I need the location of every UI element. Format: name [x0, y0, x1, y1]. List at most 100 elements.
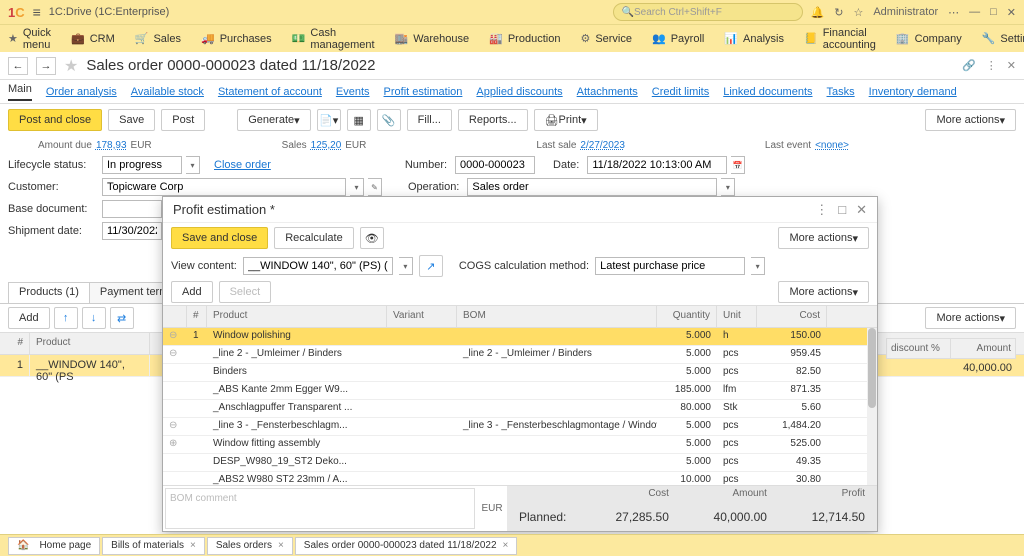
bottom-tab-home[interactable]: 🏠Home page [8, 537, 100, 555]
more-actions-button[interactable]: More actions ▾ [925, 109, 1016, 131]
prod-add-button[interactable]: Add [8, 307, 50, 329]
link-icon[interactable]: 🔗 [962, 59, 976, 72]
menu-sales[interactable]: 🛒Sales [135, 32, 181, 45]
tab-order-analysis[interactable]: Order analysis [46, 86, 117, 98]
close-icon[interactable]: × [503, 540, 509, 551]
close-icon[interactable]: × [190, 540, 196, 551]
view-content-input[interactable] [243, 257, 393, 275]
hamburger-icon[interactable]: ≡ [33, 4, 41, 20]
bell-icon[interactable]: 🔔 [811, 6, 825, 19]
modal-maximize-icon[interactable]: □ [838, 202, 846, 218]
view-icon-button[interactable]: 👁 [360, 227, 384, 249]
post-button[interactable]: Post [161, 109, 205, 131]
print-button[interactable]: 🖨 Print ▾ [534, 109, 598, 131]
sales-link[interactable]: 125,20 [311, 140, 342, 151]
star-icon[interactable]: ☆ [853, 6, 863, 19]
nav-forward-button[interactable]: → [36, 57, 56, 75]
table-row[interactable]: ⊕Window fitting assembly5.000pcs525.00 [163, 436, 877, 454]
open-content-button[interactable]: ↗ [419, 255, 443, 277]
amount-due-link[interactable]: 178,93 [96, 140, 127, 151]
favorite-star-icon[interactable]: ★ [64, 56, 78, 76]
generate-button[interactable]: Generate ▾ [237, 109, 310, 131]
close-order-link[interactable]: Close order [214, 159, 271, 171]
copy-button[interactable]: ⇄ [110, 307, 134, 329]
fill-button[interactable]: Fill... [407, 109, 452, 131]
move-down-button[interactable]: ↓ [82, 307, 106, 329]
table-row[interactable]: ⊖1Window polishing5.000h150.00 [163, 328, 877, 346]
tab-linked-docs[interactable]: Linked documents [723, 86, 812, 98]
close-doc-icon[interactable]: ✕ [1007, 59, 1016, 72]
table-row[interactable]: ⊖_line 3 - _Fensterbeschlagm..._line 3 -… [163, 418, 877, 436]
modal-submore-button[interactable]: More actions ▾ [778, 281, 869, 303]
modal-options-icon[interactable]: ⋮ [815, 202, 828, 218]
customer-open-icon[interactable]: ✎ [368, 178, 382, 196]
number-input[interactable] [455, 156, 535, 174]
user-label[interactable]: Administrator [873, 6, 938, 18]
menu-cash[interactable]: 💵Cash management [292, 27, 375, 51]
operation-dropdown-icon[interactable]: ▾ [721, 178, 735, 196]
attach-button[interactable]: 📎 [377, 109, 401, 131]
bottom-tab-current[interactable]: Sales order 0000-000023 dated 11/18/2022… [295, 537, 518, 555]
recalculate-button[interactable]: Recalculate [274, 227, 353, 249]
close-icon[interactable]: × [278, 540, 284, 551]
close-icon[interactable]: ✕ [1007, 6, 1016, 19]
menu-analysis[interactable]: 📊Analysis [724, 32, 784, 45]
table-row[interactable]: Binders5.000pcs82.50 [163, 364, 877, 382]
menu-service[interactable]: ⚙Service [580, 32, 632, 45]
menu-crm[interactable]: 💼CRM [71, 32, 115, 45]
cogs-dropdown-icon[interactable]: ▾ [751, 257, 765, 275]
menu-production[interactable]: 🏭Production [489, 32, 560, 45]
modal-close-icon[interactable]: ✕ [856, 202, 867, 218]
tab-tasks[interactable]: Tasks [827, 86, 855, 98]
prod-more-button[interactable]: More actions ▾ [925, 307, 1016, 329]
customer-input[interactable] [102, 178, 346, 196]
lifecycle-input[interactable] [102, 156, 182, 174]
global-search-input[interactable]: 🔍 Search Ctrl+Shift+F [613, 3, 803, 21]
maximize-icon[interactable]: □ [990, 6, 997, 18]
shipment-input[interactable] [102, 222, 162, 240]
structure-button[interactable]: ▦ [347, 109, 371, 131]
options-icon[interactable]: ⋮ [986, 59, 997, 72]
post-and-close-button[interactable]: Post and close [8, 109, 102, 131]
modal-more-button[interactable]: More actions ▾ [778, 227, 869, 249]
more-icon[interactable]: ⋯ [948, 6, 959, 19]
menu-payroll[interactable]: 👥Payroll [652, 32, 704, 45]
history-icon[interactable]: ↻ [834, 6, 843, 19]
date-input[interactable] [587, 156, 727, 174]
table-row[interactable]: _Anschlagpuffer Transparent ...80.000Stk… [163, 400, 877, 418]
move-up-button[interactable]: ↑ [54, 307, 78, 329]
minimize-icon[interactable]: — [969, 6, 980, 18]
last-event-link[interactable]: <none> [815, 140, 849, 151]
nav-back-button[interactable]: ← [8, 57, 28, 75]
scrollbar[interactable] [867, 328, 877, 485]
lifecycle-dropdown-icon[interactable]: ▾ [186, 156, 200, 174]
cogs-input[interactable] [595, 257, 745, 275]
date-picker-icon[interactable]: 📅 [731, 156, 745, 174]
modal-add-button[interactable]: Add [171, 281, 213, 303]
tab-main[interactable]: Main [8, 83, 32, 101]
menu-warehouse[interactable]: 🏬Warehouse [395, 32, 470, 45]
basedoc-input[interactable] [102, 200, 162, 218]
save-button[interactable]: Save [108, 109, 155, 131]
operation-input[interactable] [467, 178, 717, 196]
tab-events[interactable]: Events [336, 86, 370, 98]
tab-attachments[interactable]: Attachments [577, 86, 638, 98]
table-row[interactable]: _ABS2 W980 ST2 23mm / A...10.000pcs30.80 [163, 472, 877, 485]
last-sale-link[interactable]: 2/27/2023 [580, 140, 625, 151]
reports-button[interactable]: Reports... [458, 109, 528, 131]
tab-available-stock[interactable]: Available stock [131, 86, 204, 98]
tab-statement[interactable]: Statement of account [218, 86, 322, 98]
table-row[interactable]: _ABS Kante 2mm Egger W9...185.000lfm871.… [163, 382, 877, 400]
menu-settings[interactable]: 🔧Settin [982, 32, 1024, 45]
create-based-on-button[interactable]: 📄▾ [317, 109, 341, 131]
menu-quick[interactable]: ★Quick menu [8, 27, 51, 51]
view-content-dropdown-icon[interactable]: ▾ [399, 257, 413, 275]
table-row[interactable]: DESP_W980_19_ST2 Deko...5.000pcs49.35 [163, 454, 877, 472]
menu-company[interactable]: 🏢Company [896, 32, 962, 45]
subtab-products[interactable]: Products (1) [8, 282, 90, 303]
modal-select-button[interactable]: Select [219, 281, 272, 303]
tab-applied-discounts[interactable]: Applied discounts [476, 86, 562, 98]
tab-inventory-demand[interactable]: Inventory demand [869, 86, 957, 98]
tab-profit-estimation[interactable]: Profit estimation [384, 86, 463, 98]
tab-credit-limits[interactable]: Credit limits [652, 86, 709, 98]
